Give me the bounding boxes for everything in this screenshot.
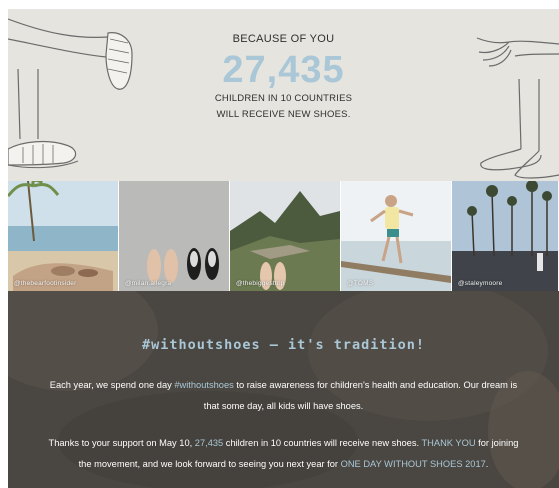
hero-line-1: CHILDREN IN 10 COUNTRIES	[214, 93, 353, 104]
photo-handle[interactable]: @milan.allegra	[125, 280, 171, 287]
p1-text-a: Each year, we spend one day	[49, 380, 175, 390]
tradition-section: #withoutshoes — it's tradition! Each yea…	[8, 291, 559, 488]
tradition-heading: #withoutshoes — it's tradition!	[142, 337, 425, 353]
p2-text-a: Thanks to your support on May 10,	[48, 438, 195, 448]
thanks-paragraph: Thanks to your support on May 10, 27,435…	[18, 433, 549, 475]
children-count: 27,435	[222, 49, 345, 91]
page: BECAUSE OF YOU 27,435 CHILDREN IN 10 COU…	[0, 0, 559, 488]
photo-handle[interactable]: @thebearfootinsider	[14, 280, 76, 287]
photo-tile-beach[interactable]: @thebearfootinsider	[8, 181, 118, 291]
photo-handle[interactable]: @staleymoore	[458, 280, 502, 287]
p2-count: 27,435	[194, 438, 224, 448]
instagram-photo-strip: @thebearfootinsider @milan.allegra @theb…	[8, 181, 559, 291]
photo-tile-mountain[interactable]: @thebiggesttrip	[230, 181, 340, 291]
photo-handle[interactable]: @TOMS	[347, 280, 373, 287]
mountain-photo	[230, 181, 340, 291]
p2-text-c: for joining	[475, 438, 519, 448]
withoutshoes-link[interactable]: #withoutshoes	[174, 380, 233, 390]
hero-banner: BECAUSE OF YOU 27,435 CHILDREN IN 10 COU…	[8, 9, 559, 181]
hero-because-label: BECAUSE OF YOU	[232, 33, 335, 45]
p1-text-b: to raise awareness for children's health…	[233, 380, 518, 390]
feet-photo	[119, 181, 229, 291]
beach-photo	[8, 181, 118, 291]
hero-text: BECAUSE OF YOU 27,435 CHILDREN IN 10 COU…	[8, 27, 559, 123]
thank-you-text: THANK YOU	[421, 438, 476, 448]
balance-photo	[341, 181, 451, 291]
awareness-paragraph: Each year, we spend one day #withoutshoe…	[18, 375, 549, 417]
photo-handle[interactable]: @thebiggesttrip	[236, 280, 285, 287]
p1-text-c: that some day, all kids will have shoes.	[203, 401, 364, 411]
hero-line-2: WILL RECEIVE NEW SHOES.	[216, 109, 351, 120]
photo-tile-street[interactable]: @staleymoore	[452, 181, 558, 291]
p2-text-e: .	[485, 459, 489, 469]
p2-text-d: the movement, and we look forward to see…	[78, 459, 341, 469]
photo-tile-balance[interactable]: @TOMS	[341, 181, 451, 291]
street-photo	[452, 181, 558, 291]
photo-tile-feet[interactable]: @milan.allegra	[119, 181, 229, 291]
event-link[interactable]: ONE DAY WITHOUT SHOES 2017	[341, 459, 486, 469]
p2-text-b: children in 10 countries will receive ne…	[223, 438, 422, 448]
